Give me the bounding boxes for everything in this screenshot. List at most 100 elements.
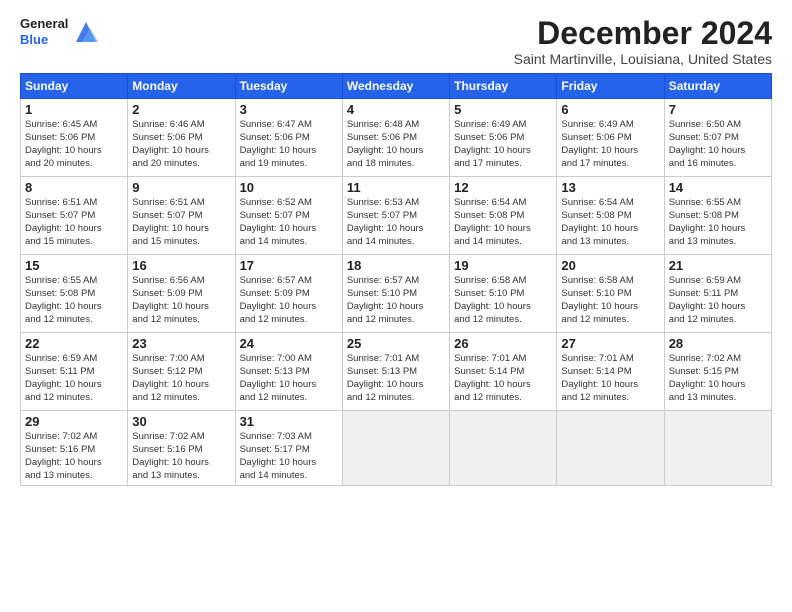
day-number: 29 (25, 414, 123, 429)
table-row: 20 Sunrise: 6:58 AM Sunset: 5:10 PM Dayli… (557, 255, 664, 333)
table-row: 1Sunrise: 6:45 AM Sunset: 5:06 PM Daylig… (21, 99, 128, 177)
day-number: 5 (454, 102, 552, 117)
day-number: 28 (669, 336, 767, 351)
table-row: 4 Sunrise: 6:48 AM Sunset: 5:06 PM Daylig… (342, 99, 449, 177)
table-row: 31 Sunrise: 7:03 AM Sunset: 5:17 PM Dayli… (235, 411, 342, 486)
day-number: 20 (561, 258, 659, 273)
day-number: 25 (347, 336, 445, 351)
table-row: 6 Sunrise: 6:49 AM Sunset: 5:06 PM Daylig… (557, 99, 664, 177)
day-info: Sunrise: 6:49 AM Sunset: 5:06 PM Dayligh… (561, 119, 659, 170)
day-number: 14 (669, 180, 767, 195)
day-number: 18 (347, 258, 445, 273)
table-row (664, 411, 771, 486)
table-row: 5 Sunrise: 6:49 AM Sunset: 5:06 PM Daylig… (450, 99, 557, 177)
table-row: 14 Sunrise: 6:55 AM Sunset: 5:08 PM Dayli… (664, 177, 771, 255)
day-info: Sunrise: 6:51 AM Sunset: 5:07 PM Dayligh… (132, 197, 230, 248)
day-info: Sunrise: 6:47 AM Sunset: 5:06 PM Dayligh… (240, 119, 338, 170)
logo-blue-text: Blue (20, 32, 68, 48)
day-number: 2 (132, 102, 230, 117)
day-info: Sunrise: 6:55 AM Sunset: 5:08 PM Dayligh… (25, 275, 123, 326)
col-thursday: Thursday (450, 74, 557, 99)
table-row: 17 Sunrise: 6:57 AM Sunset: 5:09 PM Dayli… (235, 255, 342, 333)
table-row: 10 Sunrise: 6:52 AM Sunset: 5:07 PM Dayli… (235, 177, 342, 255)
table-row: 9 Sunrise: 6:51 AM Sunset: 5:07 PM Daylig… (128, 177, 235, 255)
day-number: 27 (561, 336, 659, 351)
day-info: Sunrise: 6:54 AM Sunset: 5:08 PM Dayligh… (561, 197, 659, 248)
table-row: 22 Sunrise: 6:59 AM Sunset: 5:11 PM Dayli… (21, 333, 128, 411)
day-info: Sunrise: 6:59 AM Sunset: 5:11 PM Dayligh… (25, 353, 123, 404)
table-row (450, 411, 557, 486)
table-row: 7Sunrise: 6:50 AM Sunset: 5:07 PM Daylig… (664, 99, 771, 177)
logo: General Blue (20, 16, 100, 47)
calendar: Sunday Monday Tuesday Wednesday Thursday… (20, 73, 772, 486)
header: General Blue December 2024 Saint Martinv… (20, 16, 772, 67)
day-number: 31 (240, 414, 338, 429)
table-row: 11Sunrise: 6:53 AM Sunset: 5:07 PM Dayli… (342, 177, 449, 255)
day-number: 12 (454, 180, 552, 195)
table-row: 23 Sunrise: 7:00 AM Sunset: 5:12 PM Dayli… (128, 333, 235, 411)
logo-general-text: General (20, 16, 68, 32)
day-info: Sunrise: 6:48 AM Sunset: 5:06 PM Dayligh… (347, 119, 445, 170)
day-number: 1 (25, 102, 123, 117)
table-row: 13 Sunrise: 6:54 AM Sunset: 5:08 PM Dayli… (557, 177, 664, 255)
day-info: Sunrise: 6:46 AM Sunset: 5:06 PM Dayligh… (132, 119, 230, 170)
table-row: 21 Sunrise: 6:59 AM Sunset: 5:11 PM Dayli… (664, 255, 771, 333)
location: Saint Martinville, Louisiana, United Sta… (514, 51, 772, 67)
day-number: 10 (240, 180, 338, 195)
day-info: Sunrise: 6:49 AM Sunset: 5:06 PM Dayligh… (454, 119, 552, 170)
table-row: 25 Sunrise: 7:01 AM Sunset: 5:13 PM Dayli… (342, 333, 449, 411)
table-row: 27Sunrise: 7:01 AM Sunset: 5:14 PM Dayli… (557, 333, 664, 411)
table-row: 15 Sunrise: 6:55 AM Sunset: 5:08 PM Dayli… (21, 255, 128, 333)
calendar-header: Sunday Monday Tuesday Wednesday Thursday… (21, 74, 772, 99)
day-info: Sunrise: 7:02 AM Sunset: 5:16 PM Dayligh… (25, 431, 123, 482)
day-info: Sunrise: 6:59 AM Sunset: 5:11 PM Dayligh… (669, 275, 767, 326)
day-number: 26 (454, 336, 552, 351)
month-title: December 2024 (514, 16, 772, 51)
day-number: 21 (669, 258, 767, 273)
table-row: 2 Sunrise: 6:46 AM Sunset: 5:06 PM Daylig… (128, 99, 235, 177)
day-info: Sunrise: 6:58 AM Sunset: 5:10 PM Dayligh… (561, 275, 659, 326)
day-info: Sunrise: 6:58 AM Sunset: 5:10 PM Dayligh… (454, 275, 552, 326)
table-row: 24 Sunrise: 7:00 AM Sunset: 5:13 PM Dayli… (235, 333, 342, 411)
day-info: Sunrise: 7:02 AM Sunset: 5:16 PM Dayligh… (132, 431, 230, 482)
day-info: Sunrise: 7:01 AM Sunset: 5:13 PM Dayligh… (347, 353, 445, 404)
day-info: Sunrise: 6:52 AM Sunset: 5:07 PM Dayligh… (240, 197, 338, 248)
calendar-body: 1Sunrise: 6:45 AM Sunset: 5:06 PM Daylig… (21, 99, 772, 486)
title-block: December 2024 Saint Martinville, Louisia… (514, 16, 772, 67)
col-friday: Friday (557, 74, 664, 99)
table-row: 29 Sunrise: 7:02 AM Sunset: 5:16 PM Dayli… (21, 411, 128, 486)
day-number: 4 (347, 102, 445, 117)
day-info: Sunrise: 6:55 AM Sunset: 5:08 PM Dayligh… (669, 197, 767, 248)
day-number: 6 (561, 102, 659, 117)
day-number: 16 (132, 258, 230, 273)
col-wednesday: Wednesday (342, 74, 449, 99)
day-info: Sunrise: 7:00 AM Sunset: 5:13 PM Dayligh… (240, 353, 338, 404)
day-number: 24 (240, 336, 338, 351)
day-info: Sunrise: 7:00 AM Sunset: 5:12 PM Dayligh… (132, 353, 230, 404)
day-number: 9 (132, 180, 230, 195)
day-number: 23 (132, 336, 230, 351)
day-number: 22 (25, 336, 123, 351)
day-number: 3 (240, 102, 338, 117)
day-info: Sunrise: 6:51 AM Sunset: 5:07 PM Dayligh… (25, 197, 123, 248)
day-number: 17 (240, 258, 338, 273)
logo-icon (72, 18, 100, 46)
table-row (557, 411, 664, 486)
table-row: 26 Sunrise: 7:01 AM Sunset: 5:14 PM Dayli… (450, 333, 557, 411)
day-info: Sunrise: 6:53 AM Sunset: 5:07 PM Dayligh… (347, 197, 445, 248)
day-info: Sunrise: 6:54 AM Sunset: 5:08 PM Dayligh… (454, 197, 552, 248)
day-number: 30 (132, 414, 230, 429)
table-row: 18Sunrise: 6:57 AM Sunset: 5:10 PM Dayli… (342, 255, 449, 333)
weekday-row: Sunday Monday Tuesday Wednesday Thursday… (21, 74, 772, 99)
day-number: 13 (561, 180, 659, 195)
day-info: Sunrise: 6:56 AM Sunset: 5:09 PM Dayligh… (132, 275, 230, 326)
day-info: Sunrise: 6:57 AM Sunset: 5:09 PM Dayligh… (240, 275, 338, 326)
day-number: 15 (25, 258, 123, 273)
table-row (342, 411, 449, 486)
day-number: 19 (454, 258, 552, 273)
day-info: Sunrise: 7:03 AM Sunset: 5:17 PM Dayligh… (240, 431, 338, 482)
day-info: Sunrise: 7:01 AM Sunset: 5:14 PM Dayligh… (454, 353, 552, 404)
col-monday: Monday (128, 74, 235, 99)
table-row: 16 Sunrise: 6:56 AM Sunset: 5:09 PM Dayli… (128, 255, 235, 333)
day-info: Sunrise: 7:02 AM Sunset: 5:15 PM Dayligh… (669, 353, 767, 404)
